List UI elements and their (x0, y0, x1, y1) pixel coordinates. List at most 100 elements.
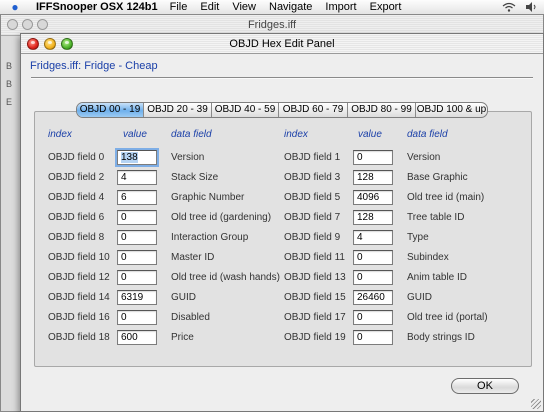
field-index-label: OBJD field 17 (284, 312, 346, 323)
tab-objd-60-79[interactable]: OBJD 60 - 79 (278, 103, 347, 117)
field-name-label: Master ID (171, 252, 215, 263)
field-value-text: 0 (357, 272, 363, 283)
field-name-label: GUID (407, 292, 432, 303)
header-data-field-left: data field (171, 129, 212, 140)
field-name-label: Old tree id (main) (407, 192, 485, 203)
field-index-label: OBJD field 18 (48, 332, 110, 343)
field-value-input[interactable]: 0 (117, 250, 157, 265)
close-icon[interactable] (27, 38, 39, 50)
tab-objd-100-up[interactable]: OBJD 100 & up (415, 103, 487, 117)
app-menu[interactable]: IFFSnooper OSX 124b1 (36, 1, 158, 13)
tab-bar: OBJD 00 - 19 OBJD 20 - 39 OBJD 40 - 59 O… (76, 102, 488, 118)
field-value-input[interactable]: 0 (117, 310, 157, 325)
menu-view[interactable]: View (232, 1, 256, 13)
tab-objd-20-39[interactable]: OBJD 20 - 39 (143, 103, 211, 117)
wifi-icon[interactable] (502, 2, 516, 12)
field-value-input[interactable]: 0 (117, 230, 157, 245)
field-value-text: 6 (121, 192, 127, 203)
close-icon[interactable] (7, 19, 18, 30)
field-value-input[interactable]: 4 (353, 230, 393, 245)
field-value-text: 600 (121, 332, 138, 343)
field-name-label: Graphic Number (171, 192, 245, 203)
field-value-text: 4 (121, 172, 127, 183)
field-index-label: OBJD field 1 (284, 152, 341, 163)
field-value-input[interactable]: 0 (353, 330, 393, 345)
zoom-icon[interactable] (61, 38, 73, 50)
field-index-label: OBJD field 12 (48, 272, 110, 283)
field-name-label: Old tree id (gardening) (171, 212, 272, 223)
field-value-text: 0 (121, 232, 127, 243)
panel-titlebar[interactable]: OBJD Hex Edit Panel (21, 34, 543, 54)
field-value-input[interactable]: 138 (117, 150, 157, 165)
header-index-right: index (284, 129, 308, 140)
field-value-input[interactable]: 0 (353, 150, 393, 165)
field-value-input[interactable]: 0 (353, 310, 393, 325)
menu-export[interactable]: Export (370, 1, 402, 13)
tab-objd-00-19[interactable]: OBJD 00 - 19 (77, 103, 143, 117)
tab-objd-80-99[interactable]: OBJD 80 - 99 (347, 103, 415, 117)
field-value-input[interactable]: 6 (117, 190, 157, 205)
divider (31, 77, 533, 79)
field-value-input[interactable]: 128 (353, 170, 393, 185)
field-name-label: GUID (171, 292, 196, 303)
tab-objd-40-59[interactable]: OBJD 40 - 59 (211, 103, 278, 117)
field-index-label: OBJD field 11 (284, 252, 345, 263)
field-value-text: 0 (357, 152, 363, 163)
field-index-label: OBJD field 16 (48, 312, 110, 323)
field-value-text: 26460 (357, 292, 385, 303)
field-value-input[interactable]: 0 (353, 270, 393, 285)
window-controls (27, 38, 73, 50)
field-name-label: Tree table ID (407, 212, 465, 223)
field-name-label: Old tree id (portal) (407, 312, 488, 323)
menu-import[interactable]: Import (325, 1, 356, 13)
field-value-input[interactable]: 0 (117, 210, 157, 225)
back-window-content: B B E (6, 61, 13, 107)
field-value-input[interactable]: 26460 (353, 290, 393, 305)
minimize-icon[interactable] (22, 19, 33, 30)
menu-navigate[interactable]: Navigate (269, 1, 312, 13)
field-index-label: OBJD field 6 (48, 212, 105, 223)
field-value-text: 138 (121, 152, 138, 163)
tab-content-box (34, 111, 532, 367)
field-value-input[interactable]: 128 (353, 210, 393, 225)
ok-button[interactable]: OK (451, 378, 519, 394)
field-index-label: OBJD field 13 (284, 272, 346, 283)
field-index-label: OBJD field 10 (48, 252, 110, 263)
field-value-input[interactable]: 4 (117, 170, 157, 185)
field-index-label: OBJD field 4 (48, 192, 105, 203)
header-value-right: value (358, 129, 382, 140)
field-value-text: 4 (357, 232, 363, 243)
field-value-text: 0 (121, 272, 127, 283)
apple-icon[interactable]: ● (8, 0, 22, 14)
field-name-label: Price (171, 332, 194, 343)
field-value-input[interactable]: 4096 (353, 190, 393, 205)
field-index-label: OBJD field 0 (48, 152, 105, 163)
field-value-text: 6319 (121, 292, 144, 303)
field-value-input[interactable]: 0 (353, 250, 393, 265)
field-name-label: Version (171, 152, 205, 163)
field-value-input[interactable]: 0 (117, 270, 157, 285)
breadcrumb: Fridges.iff: Fridge - Cheap (30, 60, 158, 72)
field-value-text: 0 (121, 212, 127, 223)
field-index-label: OBJD field 5 (284, 192, 341, 203)
field-name-label: Interaction Group (171, 232, 249, 243)
field-index-label: OBJD field 9 (284, 232, 341, 243)
volume-icon[interactable] (526, 2, 538, 12)
field-value-text: 0 (357, 252, 363, 263)
field-name-label: Subindex (407, 252, 449, 263)
field-value-input[interactable]: 600 (117, 330, 157, 345)
menu-file[interactable]: File (170, 1, 188, 13)
field-name-label: Type (407, 232, 429, 243)
minimize-icon[interactable] (44, 38, 56, 50)
field-index-label: OBJD field 2 (48, 172, 105, 183)
field-name-label: Disabled (171, 312, 210, 323)
field-value-text: 128 (357, 172, 374, 183)
zoom-icon[interactable] (37, 19, 48, 30)
resize-grip-icon[interactable] (531, 399, 541, 409)
field-name-label: Old tree id (wash hands) (171, 272, 280, 283)
hex-edit-panel: OBJD Hex Edit Panel Fridges.iff: Fridge … (20, 33, 544, 412)
field-value-text: 0 (357, 332, 363, 343)
field-value-input[interactable]: 6319 (117, 290, 157, 305)
menu-edit[interactable]: Edit (200, 1, 219, 13)
field-name-label: Body strings ID (407, 332, 475, 343)
